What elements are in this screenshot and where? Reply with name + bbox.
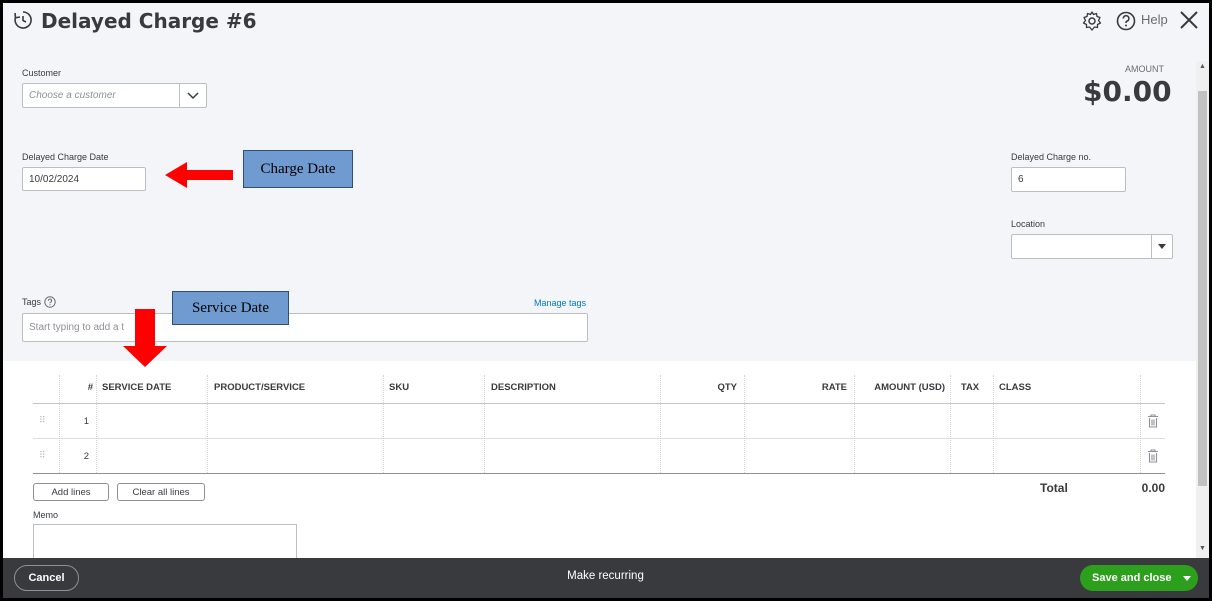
vertical-scrollbar[interactable]: ▲ ▼ xyxy=(1196,61,1209,558)
charge-no-value: 6 xyxy=(1018,174,1024,185)
save-options-dropdown[interactable] xyxy=(1176,575,1198,581)
col-header-product-service: PRODUCT/SERVICE xyxy=(214,381,306,393)
col-divider xyxy=(660,375,661,473)
charge-no-label: Delayed Charge no. xyxy=(1011,152,1092,162)
scroll-up-icon[interactable]: ▲ xyxy=(1199,63,1206,70)
tags-input[interactable]: Start typing to add a t xyxy=(22,313,588,342)
charge-date-arrow xyxy=(165,162,233,188)
header: Delayed Charge #6 Help xyxy=(3,3,1209,43)
col-divider xyxy=(484,375,485,473)
scroll-thumb[interactable] xyxy=(1198,91,1207,486)
save-and-close-button[interactable]: Save and close xyxy=(1080,565,1198,591)
col-header-num: # xyxy=(87,381,93,393)
total-label: Total xyxy=(1040,481,1068,495)
col-header-class: CLASS xyxy=(999,381,1032,393)
caret-down-icon xyxy=(1158,244,1166,249)
col-header-rate: RATE xyxy=(821,381,847,393)
col-divider xyxy=(854,375,855,473)
charge-date-value: 10/02/2024 xyxy=(29,173,80,185)
header-divider xyxy=(33,403,1165,404)
row-divider xyxy=(33,438,1165,439)
amount-value: $0.00 xyxy=(1083,75,1172,108)
recent-transactions-icon[interactable] xyxy=(12,9,34,31)
delayed-charge-window: Delayed Charge #6 Help Customer Choose a… xyxy=(3,3,1209,598)
col-divider xyxy=(950,375,951,473)
service-date-callout: Service Date xyxy=(172,291,289,325)
scroll-down-icon[interactable]: ▼ xyxy=(1199,545,1206,552)
gear-icon[interactable] xyxy=(1081,10,1103,32)
row-number: 2 xyxy=(83,451,89,462)
row-number: 1 xyxy=(83,416,89,427)
total-value: 0.00 xyxy=(1141,481,1165,495)
drag-handle-icon[interactable]: ⠿ xyxy=(39,450,46,461)
charge-no-field[interactable]: 6 xyxy=(1011,167,1126,192)
col-header-qty: QTY xyxy=(717,381,737,393)
tags-placeholder: Start typing to add a t xyxy=(29,322,125,333)
customer-dropdown-button[interactable] xyxy=(179,84,206,107)
clear-all-lines-button[interactable]: Clear all lines xyxy=(117,483,205,501)
caret-down-icon xyxy=(1183,575,1191,581)
col-header-description: DESCRIPTION xyxy=(491,381,556,393)
chevron-down-icon xyxy=(187,91,199,99)
add-lines-button[interactable]: Add lines xyxy=(33,483,109,501)
location-label: Location xyxy=(1011,219,1046,229)
col-header-tax: TAX xyxy=(960,381,980,393)
charge-date-label: Delayed Charge Date xyxy=(22,152,109,162)
col-divider xyxy=(744,375,745,473)
help-label[interactable]: Help xyxy=(1141,12,1168,27)
col-divider xyxy=(383,375,384,473)
col-divider xyxy=(993,375,994,473)
footer-bar: Cancel Make recurring Save and close xyxy=(3,558,1209,598)
col-header-sku: SKU xyxy=(389,381,410,393)
customer-label: Customer xyxy=(22,68,62,78)
trash-icon[interactable] xyxy=(1147,414,1159,428)
close-icon[interactable] xyxy=(1178,9,1200,31)
service-date-arrow xyxy=(123,309,167,367)
charge-date-field[interactable]: 10/02/2024 xyxy=(22,167,146,191)
location-select[interactable] xyxy=(1011,234,1173,259)
drag-handle-icon[interactable]: ⠿ xyxy=(39,415,46,426)
charge-date-callout: Charge Date xyxy=(243,150,353,188)
tags-help-icon[interactable] xyxy=(44,296,56,308)
tags-label: Tags xyxy=(22,297,42,307)
save-and-close-label[interactable]: Save and close xyxy=(1080,572,1176,584)
help-icon[interactable] xyxy=(1115,10,1137,32)
line-items-section: # SERVICE DATE PRODUCT/SERVICE SKU DESCR… xyxy=(3,361,1196,564)
cancel-button[interactable]: Cancel xyxy=(14,565,79,591)
col-divider xyxy=(207,375,208,473)
manage-tags-link[interactable]: Manage tags xyxy=(534,298,586,308)
col-header-service-date: SERVICE DATE xyxy=(102,381,172,393)
memo-label: Memo xyxy=(33,510,59,520)
location-dropdown-button[interactable] xyxy=(1151,235,1172,258)
customer-placeholder: Choose a customer xyxy=(29,90,116,101)
make-recurring-button[interactable]: Make recurring xyxy=(543,570,668,582)
trash-icon[interactable] xyxy=(1147,449,1159,463)
col-divider xyxy=(59,375,60,473)
col-divider xyxy=(96,375,97,473)
customer-select[interactable]: Choose a customer xyxy=(22,83,207,108)
page-title: Delayed Charge #6 xyxy=(41,9,257,33)
col-divider xyxy=(1140,375,1141,473)
amount-label: AMOUNT xyxy=(1125,64,1164,74)
table-bottom-divider xyxy=(33,473,1165,474)
col-header-amount: AMOUNT (USD) xyxy=(874,381,945,393)
